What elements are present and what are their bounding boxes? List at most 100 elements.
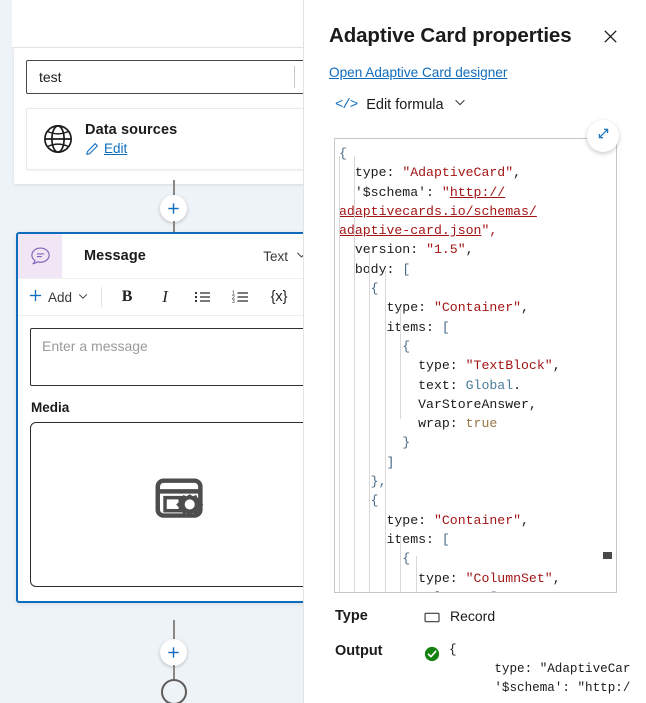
code-line: { bbox=[339, 493, 379, 509]
data-sources-box[interactable]: Data sources Edit bbox=[26, 108, 303, 170]
open-adaptive-card-designer-link[interactable]: Open Adaptive Card designer bbox=[329, 65, 507, 80]
code-line: items: [ bbox=[339, 319, 450, 335]
indent-guide bbox=[339, 156, 340, 592]
code-line: columns: [ bbox=[339, 588, 616, 592]
formula-code-editor[interactable]: { type: "AdaptiveCard", '$schema': "http… bbox=[334, 138, 617, 593]
connector-line-4 bbox=[173, 665, 175, 679]
code-line: version: "1.5", bbox=[339, 242, 474, 258]
trigger-name-value: test bbox=[39, 69, 62, 85]
bulleted-list-icon[interactable] bbox=[188, 283, 218, 311]
code-line: body: [ bbox=[339, 261, 411, 277]
media-settings-icon bbox=[150, 471, 212, 538]
page-title: Adaptive Card properties bbox=[329, 24, 572, 47]
type-value-text: Record bbox=[450, 608, 496, 624]
media-label: Media bbox=[31, 400, 70, 415]
type-field-row: Type Record bbox=[304, 608, 646, 627]
message-type-value: Text bbox=[263, 248, 288, 264]
variable-button[interactable]: {x} bbox=[264, 283, 294, 311]
add-content-label: Add bbox=[48, 289, 73, 305]
code-line: } bbox=[339, 435, 411, 451]
data-sources-edit-row[interactable]: Edit bbox=[85, 141, 177, 156]
code-content[interactable]: { type: "AdaptiveCard", '$schema': "http… bbox=[335, 139, 616, 592]
output-field-value: { type: "AdaptiveCar '$schema': "http:/ bbox=[424, 643, 630, 698]
message-type-dropdown[interactable]: Text bbox=[263, 248, 303, 264]
code-editor-scrollbar[interactable] bbox=[602, 140, 615, 591]
plus-icon bbox=[168, 203, 179, 214]
code-line: items: [ bbox=[339, 531, 450, 547]
code-line: type: "Container", bbox=[339, 300, 529, 316]
code-line: }, bbox=[339, 474, 387, 490]
code-line: ] bbox=[339, 454, 395, 470]
code-line: adaptive-card.json", bbox=[339, 223, 498, 239]
indent-guide bbox=[354, 156, 355, 592]
output-field-label: Output bbox=[335, 643, 383, 659]
italic-button[interactable]: I bbox=[150, 283, 180, 311]
add-action-button-1[interactable] bbox=[160, 195, 187, 222]
message-node-header: Message Text bbox=[18, 234, 303, 278]
globe-icon bbox=[43, 124, 73, 154]
code-line: adaptivecards.io/schemas/ bbox=[339, 203, 537, 219]
plus-icon bbox=[28, 288, 43, 306]
add-action-button-2[interactable] bbox=[160, 639, 187, 666]
code-line: type: "AdaptiveCard", bbox=[339, 165, 522, 181]
edit-formula-toggle[interactable]: </> Edit formula bbox=[335, 95, 646, 114]
type-field-value: Record bbox=[424, 608, 495, 627]
chevron-down-icon bbox=[295, 248, 303, 264]
end-circle-icon bbox=[161, 679, 187, 703]
close-icon[interactable] bbox=[596, 22, 624, 50]
indent-guide bbox=[385, 271, 386, 592]
pencil-icon bbox=[85, 142, 99, 156]
code-line: { bbox=[339, 338, 411, 354]
code-icon: </> bbox=[335, 96, 358, 113]
chevron-down-icon bbox=[77, 290, 89, 305]
record-icon bbox=[424, 611, 441, 627]
code-editor-scroll-thumb[interactable] bbox=[603, 552, 612, 559]
indent-guide bbox=[416, 556, 417, 592]
panel-header: Adaptive Card properties bbox=[304, 0, 646, 50]
adaptive-card-properties-panel: Adaptive Card properties Open Adaptive C… bbox=[303, 0, 646, 703]
flow-canvas: test Data sources Edit Message Text Add … bbox=[0, 0, 303, 703]
code-line: '$schema': "http:// bbox=[339, 184, 506, 200]
message-input[interactable]: Enter a message bbox=[30, 328, 303, 386]
message-bubble-icon bbox=[18, 234, 62, 278]
data-sources-text: Data sources Edit bbox=[85, 122, 177, 156]
svg-text:3: 3 bbox=[232, 299, 235, 305]
app-root: test Data sources Edit Message Text Add … bbox=[0, 0, 646, 703]
code-line: { bbox=[339, 281, 379, 297]
toolbar-divider bbox=[101, 287, 103, 307]
canvas-top-strip-gutter bbox=[0, 0, 12, 48]
message-toolbar: Add B I 1 2 3 {x} bbox=[18, 278, 303, 316]
code-line: { bbox=[339, 146, 347, 161]
chevron-down-icon bbox=[453, 95, 467, 114]
message-node[interactable]: Message Text Add B I 1 2 3 {x} Enter a m… bbox=[16, 232, 303, 603]
indent-guide bbox=[400, 537, 401, 592]
bold-button[interactable]: B bbox=[112, 283, 142, 311]
code-line: VarStoreAnswer, bbox=[339, 396, 537, 412]
code-line: type: "Container", bbox=[339, 512, 529, 528]
data-sources-edit-link[interactable]: Edit bbox=[104, 141, 127, 156]
code-line: text: Global. bbox=[339, 377, 522, 393]
message-node-title: Message bbox=[84, 248, 146, 264]
code-line: type: "ColumnSet", bbox=[339, 570, 561, 586]
type-field-label: Type bbox=[335, 608, 368, 624]
message-node-body: Enter a message Media bbox=[18, 316, 303, 601]
data-sources-title: Data sources bbox=[85, 122, 178, 138]
trigger-name-input[interactable]: test bbox=[26, 60, 303, 94]
output-field-row: Output { type: "AdaptiveCar '$schema': "… bbox=[304, 643, 646, 698]
expand-editor-button[interactable] bbox=[587, 120, 619, 152]
trigger-card[interactable]: test Data sources Edit bbox=[14, 48, 303, 184]
canvas-top-strip bbox=[0, 0, 303, 48]
message-input-placeholder: Enter a message bbox=[42, 338, 148, 354]
indent-guide bbox=[369, 252, 370, 592]
success-check-icon bbox=[424, 646, 440, 665]
indent-guide bbox=[400, 309, 401, 419]
media-dropzone[interactable] bbox=[30, 422, 303, 587]
code-line: { bbox=[339, 551, 411, 567]
plus-icon bbox=[168, 647, 179, 658]
output-preview-text: { type: "AdaptiveCar '$schema': "http:/ bbox=[449, 643, 631, 695]
add-content-button[interactable]: Add bbox=[28, 288, 99, 306]
code-line: type: "TextBlock", bbox=[339, 358, 561, 374]
expand-diagonal-icon bbox=[595, 125, 612, 147]
input-divider bbox=[294, 66, 295, 88]
numbered-list-icon[interactable]: 1 2 3 bbox=[226, 283, 256, 311]
